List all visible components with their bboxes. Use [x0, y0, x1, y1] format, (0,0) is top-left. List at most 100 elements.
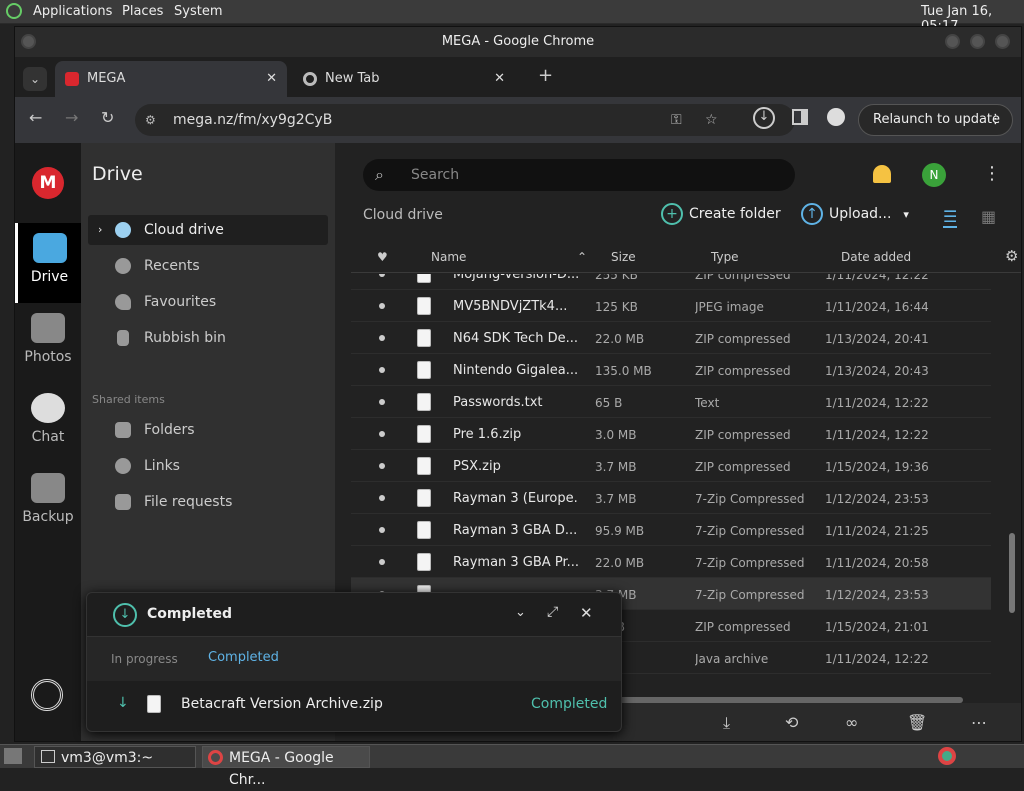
taskbar-chrome[interactable]: MEGA - Google Chr...: [202, 746, 370, 788]
table-row[interactable]: MV5BNDVjZTk4... 125 KB JPEG image 1/11/2024…: [351, 290, 991, 322]
chat-icon: [31, 393, 65, 423]
table-row[interactable]: Mojang-version-D... 255 KB ZIP compressed 1…: [351, 274, 991, 290]
sidebar-item-file-requests[interactable]: File requests: [88, 487, 328, 517]
file-date: 1/12/2024, 23:53: [825, 492, 929, 506]
favourite-dot-icon[interactable]: [379, 367, 385, 373]
list-view-icon[interactable]: ☰: [943, 207, 958, 228]
table-row[interactable]: Rayman 3 (Europe... 3.7 MB 7-Zip Compresse…: [351, 482, 991, 514]
table-row[interactable]: Rayman 3 GBA Pr... 22.0 MB 7-Zip Compresse…: [351, 546, 991, 578]
address-bar[interactable]: ⚙ mega.nz/fm/xy9g2CyB ⚿ ☆: [135, 104, 795, 136]
bell-icon[interactable]: [873, 165, 891, 183]
download-icon[interactable]: ↓: [753, 107, 775, 129]
rail-chat[interactable]: Chat: [15, 383, 81, 463]
grid-view-icon[interactable]: ▦: [981, 207, 996, 226]
window-menu-icon[interactable]: [21, 34, 36, 49]
search-input[interactable]: ⌕ Search: [363, 159, 795, 191]
column-date[interactable]: Date added: [841, 250, 911, 264]
favourite-dot-icon[interactable]: [379, 463, 385, 469]
sidebar-item-recents[interactable]: Recents: [88, 251, 328, 281]
breadcrumb[interactable]: Cloud drive: [363, 207, 443, 223]
delete-action-icon[interactable]: 🗑: [907, 713, 927, 732]
tab-completed[interactable]: Completed: [208, 650, 279, 665]
download-arrow-icon: ↓: [117, 695, 129, 711]
menu-system[interactable]: System: [174, 4, 222, 19]
heart-icon: [115, 294, 131, 310]
favourite-dot-icon[interactable]: [379, 335, 385, 341]
password-key-icon[interactable]: ⚿: [671, 104, 682, 136]
table-row[interactable]: Pre 1.6.zip 3.0 MB ZIP compressed 1/11/2024…: [351, 418, 991, 450]
table-row[interactable]: PSX.zip 3.7 MB ZIP compressed 1/15/2024, 19…: [351, 450, 991, 482]
maximize-icon[interactable]: [970, 34, 985, 49]
tab-search-icon[interactable]: ⌄: [23, 67, 47, 91]
rail-drive[interactable]: Drive: [15, 223, 81, 303]
favourite-dot-icon[interactable]: [379, 559, 385, 565]
table-row[interactable]: Nintendo Gigalea... 135.0 MB ZIP compresse…: [351, 354, 991, 386]
table-row[interactable]: N64 SDK Tech De... 22.0 MB ZIP compressed 1…: [351, 322, 991, 354]
back-icon[interactable]: ←: [29, 108, 42, 127]
tray-chrome-icon[interactable]: [938, 747, 956, 765]
chevron-down-icon[interactable]: ▾: [903, 208, 909, 221]
share-action-icon[interactable]: ⟲: [785, 713, 798, 732]
show-desktop-icon[interactable]: [4, 748, 22, 764]
sidebar-item-favourites[interactable]: Favourites: [88, 287, 328, 317]
app-menu-icon[interactable]: ⋮: [983, 163, 1001, 184]
mega-logo[interactable]: M: [15, 153, 81, 213]
sidebar-item-cloud-drive[interactable]: › Cloud drive: [88, 215, 328, 245]
side-panel-icon[interactable]: [792, 109, 808, 125]
menu-applications[interactable]: Applications: [33, 4, 112, 19]
url-text[interactable]: mega.nz/fm/xy9g2CyB: [173, 104, 332, 136]
link-action-icon[interactable]: ∞: [845, 713, 858, 732]
column-size[interactable]: Size: [611, 250, 636, 264]
tab-in-progress[interactable]: In progress: [111, 652, 178, 666]
close-tab-icon[interactable]: ✕: [266, 61, 277, 97]
desktop-top-panel: Applications Places System Tue Jan 16, 0…: [0, 0, 1024, 34]
profile-icon[interactable]: [827, 108, 845, 126]
favourite-dot-icon[interactable]: [379, 431, 385, 437]
taskbar-terminal[interactable]: vm3@vm3:~: [34, 746, 196, 768]
reload-icon[interactable]: ↻: [101, 108, 114, 127]
rail-backup[interactable]: Backup: [15, 463, 81, 543]
transfers-icon[interactable]: [31, 679, 63, 711]
download-action-icon[interactable]: ⤓: [723, 713, 730, 733]
file-type: 7-Zip Compressed: [695, 524, 805, 538]
forward-icon[interactable]: →: [65, 108, 78, 127]
sidebar-item-links[interactable]: Links: [88, 451, 328, 481]
sidebar-item-label: Rubbish bin: [144, 330, 226, 346]
sort-ascending-icon[interactable]: ⌃: [577, 250, 587, 264]
table-row[interactable]: Rayman 3 GBA D... 95.9 MB 7-Zip Compressed…: [351, 514, 991, 546]
close-window-icon[interactable]: [995, 34, 1010, 49]
table-row[interactable]: Passwords.txt 65 B Text 1/11/2024, 12:22: [351, 386, 991, 418]
relaunch-to-update-button[interactable]: Relaunch to update ⋮: [858, 104, 1013, 136]
create-folder-button[interactable]: + Create folder: [661, 203, 781, 225]
favourite-dot-icon[interactable]: [379, 399, 385, 405]
rail-photos[interactable]: Photos: [15, 303, 81, 383]
upload-button[interactable]: ↑ Upload... ▾: [801, 203, 909, 225]
more-actions-icon[interactable]: ⋯: [971, 713, 987, 732]
close-transfer-icon[interactable]: ✕: [580, 604, 593, 622]
favourite-column-icon[interactable]: ♥: [377, 250, 388, 264]
collapse-chevron-icon[interactable]: ⌄: [515, 605, 526, 620]
menu-kebab-icon[interactable]: ⋮: [989, 105, 1002, 135]
sidebar-item-rubbish-bin[interactable]: Rubbish bin: [88, 323, 328, 353]
column-name[interactable]: Name: [431, 250, 466, 264]
menu-places[interactable]: Places: [122, 4, 163, 19]
vertical-scrollbar[interactable]: [1009, 533, 1015, 613]
avatar[interactable]: N: [922, 163, 946, 187]
bookmark-star-icon[interactable]: ☆: [705, 104, 718, 136]
tab-mega[interactable]: MEGA ✕: [55, 61, 287, 97]
site-info-icon[interactable]: ⚙: [145, 104, 156, 136]
favourite-dot-icon[interactable]: [379, 303, 385, 309]
expand-panel-icon[interactable]: ⤢: [547, 604, 558, 620]
minimize-icon[interactable]: [945, 34, 960, 49]
new-tab-icon[interactable]: +: [538, 65, 553, 86]
column-type[interactable]: Type: [711, 250, 739, 264]
favourite-dot-icon[interactable]: [379, 495, 385, 501]
favourite-dot-icon[interactable]: [379, 527, 385, 533]
sidebar-item-folders[interactable]: Folders: [88, 415, 328, 445]
tab-new-tab[interactable]: New Tab ✕: [289, 61, 521, 97]
favourite-dot-icon[interactable]: [379, 274, 385, 277]
expand-chevron-icon[interactable]: ›: [98, 215, 102, 245]
column-settings-icon[interactable]: ⚙: [1005, 247, 1018, 265]
close-tab-icon[interactable]: ✕: [494, 61, 505, 97]
os-logo-icon[interactable]: [6, 3, 22, 19]
